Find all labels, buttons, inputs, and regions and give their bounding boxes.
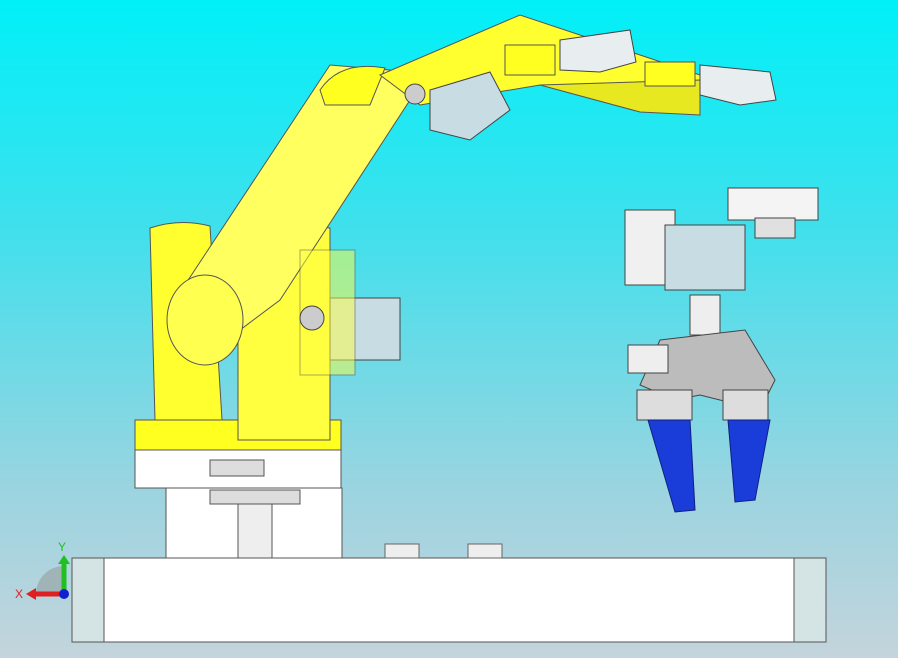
axis-triad: Y X bbox=[15, 540, 70, 601]
y-axis-label: Y bbox=[58, 540, 66, 554]
x-axis-arrowhead bbox=[26, 588, 36, 600]
x-axis-label: X bbox=[15, 587, 23, 601]
y-axis-arrowhead bbox=[58, 555, 70, 564]
z-axis-dot bbox=[59, 589, 69, 599]
cad-viewport[interactable]: Y X bbox=[0, 0, 898, 658]
triad-background bbox=[36, 566, 64, 594]
